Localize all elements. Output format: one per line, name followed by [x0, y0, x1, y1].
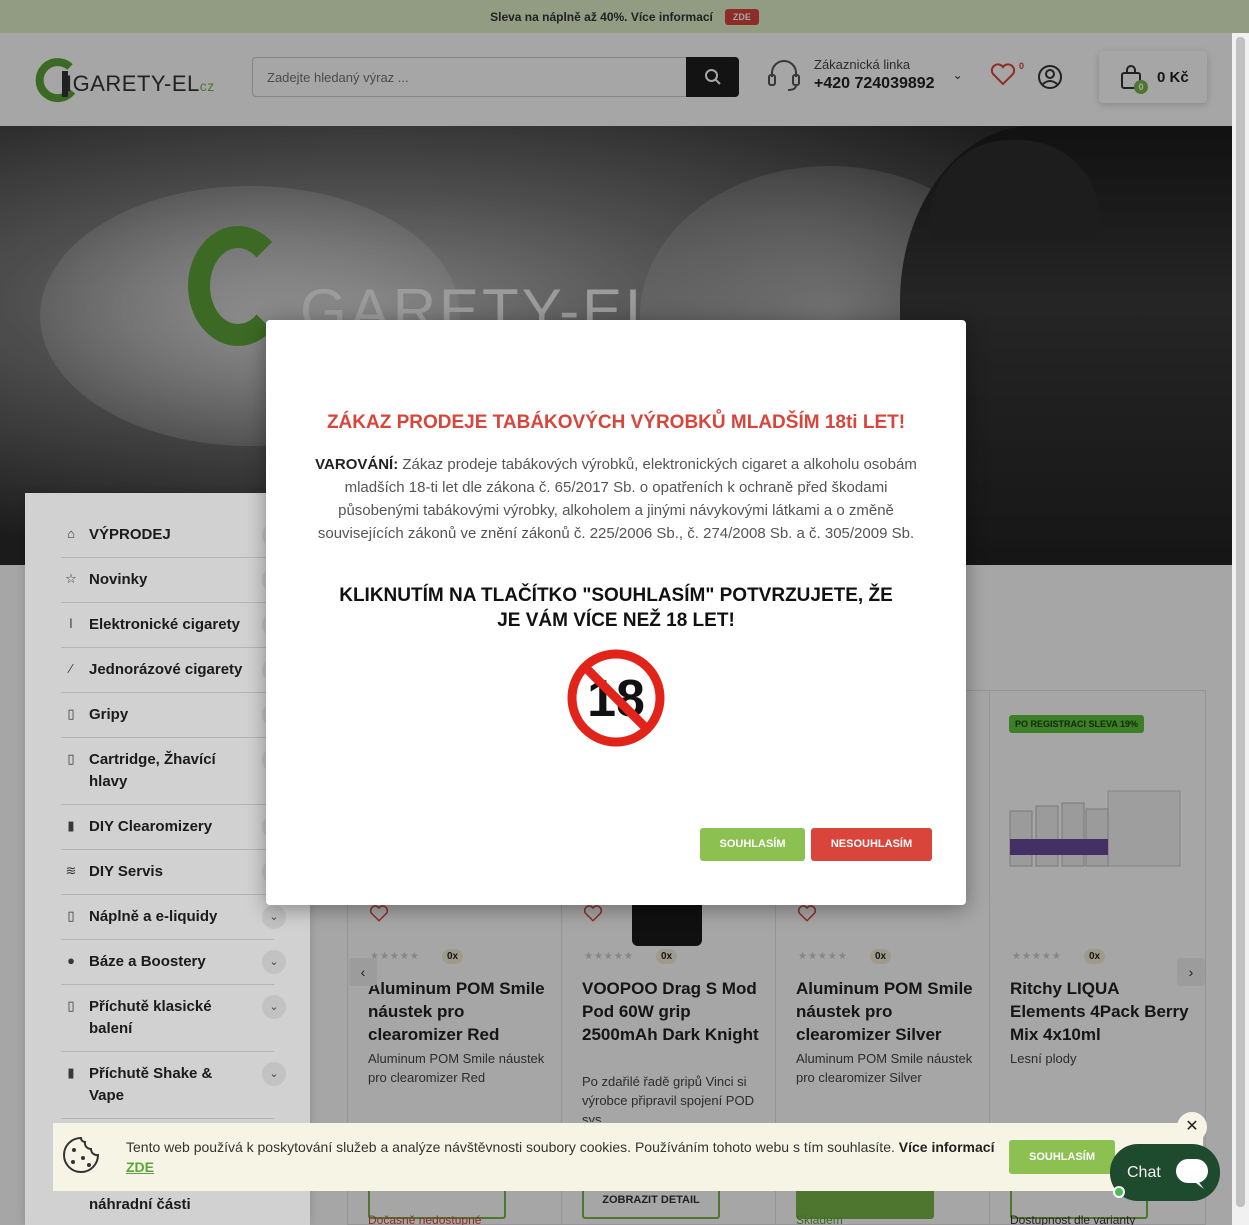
scrollbar-thumb[interactable] — [1236, 37, 1245, 1207]
sidebar-item-naplne[interactable]: ▯ Náplně a e-liquidy ⌄ — [61, 895, 286, 940]
tag-icon: ⌂ — [67, 526, 75, 541]
chat-widget[interactable]: Chat — [1110, 1144, 1220, 1201]
cookie-text: Tento web používá k poskytování služeb a… — [126, 1139, 995, 1175]
flavor-icon: ▯ — [67, 998, 75, 1013]
sidebar-item-prichute-klasicke[interactable]: ▯ Příchutě klasické balení ⌄ — [61, 985, 286, 1052]
sidebar-item-diy-clearomizery[interactable]: ▮DIY Clearomizery⌄ — [61, 805, 286, 850]
liquid-icon: ▯ — [67, 908, 75, 923]
agree-button[interactable]: SOUHLASÍM — [700, 828, 805, 861]
sidebar-item-jednorazove-cigarety[interactable]: ⁄Jednorázové cigarety⌄ — [61, 648, 286, 693]
sidebar-item-vyprodej[interactable]: ⌂VÝPRODEJ⌄ — [61, 513, 286, 558]
close-icon[interactable]: ✕ — [1177, 1112, 1207, 1142]
disposable-icon: ⁄ — [69, 661, 73, 676]
scrollbar[interactable] — [1232, 33, 1249, 1225]
cartridge-icon: ▯ — [67, 751, 75, 766]
modal-confirm-text: KLIKNUTÍM NA TLAČÍTKO "SOUHLASÍM" POTVRZ… — [339, 585, 893, 631]
chat-bubble-icon — [1176, 1159, 1208, 1189]
no-under-18-icon: 18 — [567, 649, 665, 747]
warning-text: Zákaz prodeje tabákových výrobků, elektr… — [317, 456, 917, 542]
cookie-more-link[interactable]: Více informací — [899, 1139, 995, 1155]
chat-label: Chat — [1127, 1163, 1161, 1181]
online-status-indicator — [1113, 1186, 1125, 1198]
cookie-zde-link[interactable]: ZDE — [126, 1159, 154, 1175]
cookie-icon — [63, 1136, 100, 1173]
chevron-down-icon[interactable]: ⌄ — [262, 1062, 286, 1086]
drop-icon: ● — [67, 953, 75, 968]
sidebar-item-prichute-shake[interactable]: ▮ Příchutě Shake & Vape ⌄ — [61, 1052, 286, 1119]
age-verification-modal: ZÁKAZ PRODEJE TABÁKOVÝCH VÝROBKŮ MLADŠÍM… — [266, 320, 966, 905]
warning-label: VAROVÁNÍ: — [315, 456, 399, 473]
disagree-button[interactable]: NESOUHLASÍM — [811, 828, 932, 861]
sidebar-item-elektronicke-cigarety[interactable]: ǀElektronické cigarety⌄ — [61, 603, 286, 648]
grip-icon: ▯ — [67, 706, 75, 721]
star-icon: ☆ — [65, 571, 77, 586]
shake-icon: ▮ — [67, 1065, 75, 1080]
chevron-down-icon[interactable]: ⌄ — [262, 995, 286, 1019]
sidebar-item-baze[interactable]: ● Báze a Boostery ⌄ — [61, 940, 286, 985]
sidebar-item-novinky[interactable]: ☆Novinky⌄ — [61, 558, 286, 603]
sidebar-item-cartridge[interactable]: ▯Cartridge, Žhavící hlavy⌄ — [61, 738, 286, 805]
cookie-bar: Tento web používá k poskytování služeb a… — [53, 1112, 1207, 1191]
modal-title: ZÁKAZ PRODEJE TABÁKOVÝCH VÝROBKŮ MLADŠÍM… — [326, 412, 906, 433]
chevron-down-icon[interactable]: ⌄ — [262, 905, 286, 929]
coil-icon: ≋ — [65, 863, 77, 878]
modal-warning: VAROVÁNÍ: Zákaz prodeje tabákových výrob… — [306, 453, 926, 545]
clearomizer-icon: ▮ — [67, 818, 75, 833]
cookie-accept-button[interactable]: SOUHLASÍM — [1009, 1140, 1115, 1174]
sidebar-item-diy-servis[interactable]: ≋DIY Servis⌄ — [61, 850, 286, 895]
chevron-down-icon[interactable]: ⌄ — [262, 950, 286, 974]
sidebar-item-gripy[interactable]: ▯Gripy⌄ — [61, 693, 286, 738]
ecig-icon: ǀ — [69, 616, 73, 631]
